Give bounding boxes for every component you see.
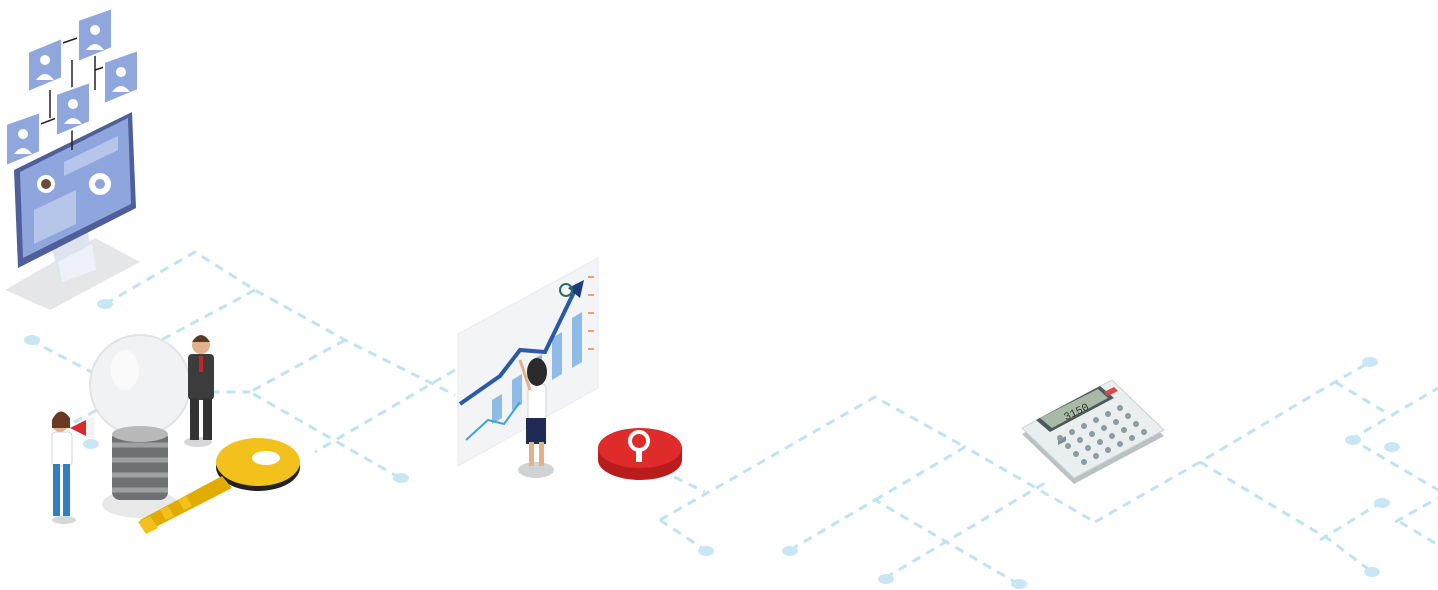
node xyxy=(782,546,798,556)
node xyxy=(1011,579,1027,589)
node xyxy=(83,439,99,449)
location-pin-icon xyxy=(598,428,682,480)
node xyxy=(1374,498,1390,508)
node xyxy=(1362,357,1378,367)
calculator-icon: 3150 xyxy=(1021,379,1165,484)
isometric-business-scene: 3150 xyxy=(5,6,1438,589)
node xyxy=(1364,567,1380,577)
businessman-figure xyxy=(184,335,214,447)
node xyxy=(24,335,40,345)
woman-megaphone-figure xyxy=(51,411,94,524)
node xyxy=(97,299,113,309)
node xyxy=(878,574,894,584)
node xyxy=(1345,435,1361,445)
node xyxy=(393,473,409,483)
node xyxy=(1384,442,1400,452)
node xyxy=(698,546,714,556)
light-bulb-icon xyxy=(89,334,191,518)
dashed-network xyxy=(29,250,1438,587)
org-chart-monitor-icon xyxy=(5,6,140,310)
